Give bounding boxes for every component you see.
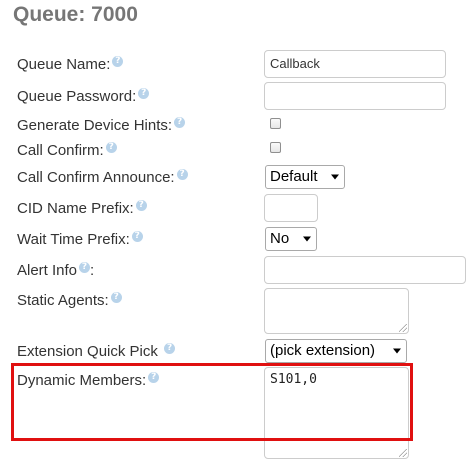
help-icon[interactable]: ? (138, 88, 150, 99)
help-icon[interactable]: ? (174, 117, 186, 128)
page-title: Queue: 7000 (13, 3, 138, 26)
resize-grip-icon[interactable] (399, 324, 407, 332)
call-confirm-label: Call Confirm:? (17, 142, 117, 159)
static-agents-textarea[interactable] (264, 288, 409, 334)
help-icon[interactable]: ? (110, 292, 122, 303)
help-icon[interactable]: ? (112, 56, 124, 67)
extension-quick-pick-select[interactable]: (pick extension) (265, 339, 407, 363)
wait-time-prefix-select[interactable]: No (265, 227, 317, 251)
chevron-down-icon (303, 236, 311, 242)
highlight-box (11, 363, 413, 441)
chevron-down-icon (331, 174, 339, 180)
generate-device-hints-label: Generate Device Hints:? (17, 117, 186, 134)
call-confirm-announce-select[interactable]: Default (265, 165, 345, 189)
help-icon[interactable]: ? (79, 262, 91, 273)
chevron-down-icon (393, 348, 401, 354)
resize-grip-icon[interactable] (399, 449, 407, 457)
queue-name-input[interactable]: Callback (264, 50, 446, 78)
help-icon[interactable]: ? (131, 231, 143, 242)
queue-password-input[interactable] (264, 82, 446, 110)
queue-password-label: Queue Password:? (17, 88, 150, 105)
alert-info-input[interactable] (264, 256, 466, 284)
cid-name-prefix-label: CID Name Prefix:? (17, 200, 147, 217)
wait-time-prefix-label: Wait Time Prefix:? (17, 231, 143, 248)
cid-name-prefix-input[interactable] (264, 194, 318, 222)
help-icon[interactable]: ? (135, 200, 147, 211)
static-agents-label: Static Agents:? (17, 292, 122, 309)
queue-name-label: Queue Name:? (17, 56, 124, 73)
alert-info-label: Alert Info?: (17, 262, 95, 279)
call-confirm-announce-label: Call Confirm Announce:? (17, 169, 188, 186)
help-icon[interactable]: ? (164, 343, 176, 354)
generate-device-hints-checkbox[interactable] (270, 118, 281, 129)
extension-quick-pick-label: Extension Quick Pick ? (17, 343, 176, 360)
call-confirm-checkbox[interactable] (270, 142, 281, 153)
help-icon[interactable]: ? (176, 169, 188, 180)
help-icon[interactable]: ? (105, 142, 117, 153)
